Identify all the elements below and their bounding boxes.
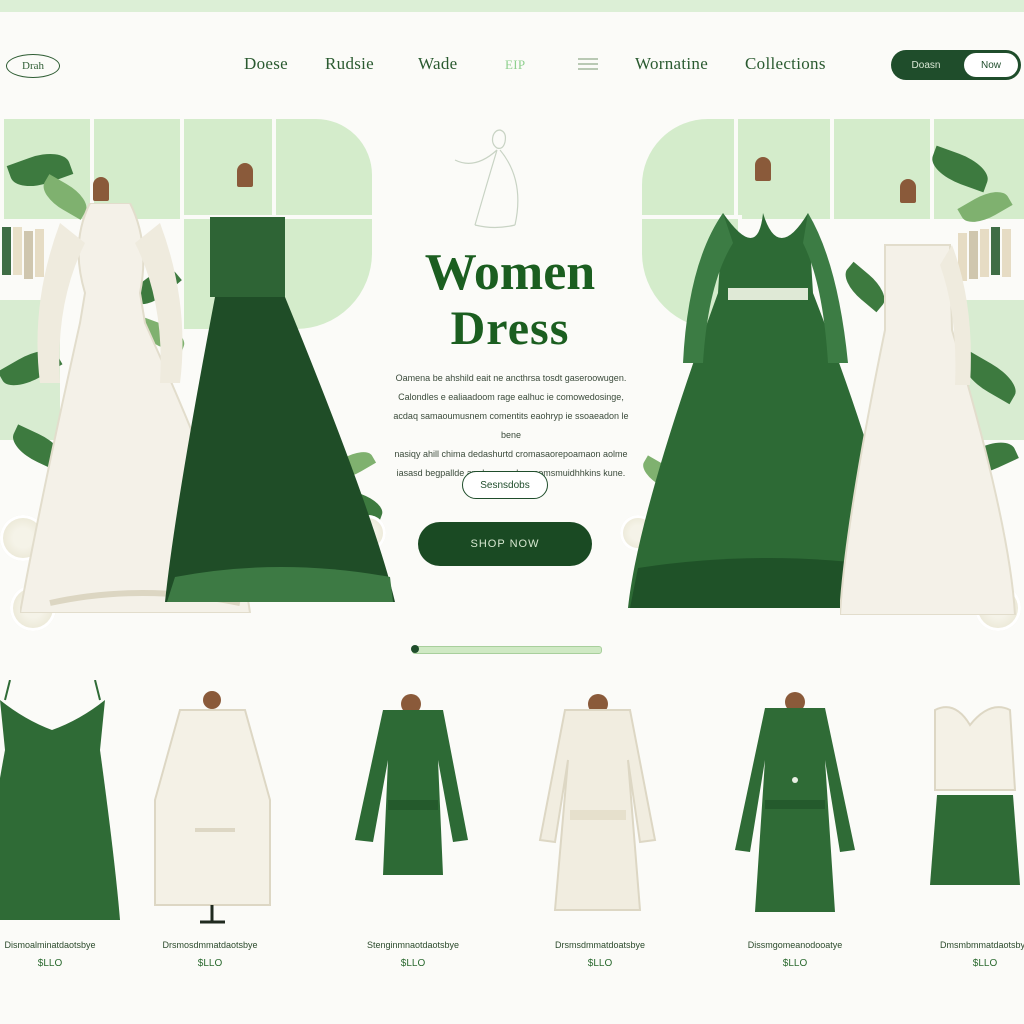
product-price: $LLO	[400, 958, 426, 969]
product-card[interactable]: Dissmgomeanodooatye $LLO	[725, 680, 865, 980]
product-card[interactable]: Dismoalminatdaotsbye $LLO	[0, 680, 120, 980]
menu-icon[interactable]	[578, 58, 598, 70]
product-green-blazer-image[interactable]	[725, 680, 865, 930]
product-name[interactable]: Dismoalminatdaotsbye	[0, 940, 120, 950]
mannequin-head	[755, 157, 771, 181]
product-lace-dress-image[interactable]	[530, 680, 670, 930]
nav-link-1[interactable]: Doese	[244, 54, 288, 74]
product-price: $LLO	[587, 958, 613, 969]
product-green-coat-image[interactable]	[343, 680, 483, 930]
product-skirt-set-image[interactable]	[915, 680, 1024, 930]
product-card[interactable]: Stenginmnaotdaotsbye $LLO	[343, 680, 483, 980]
book	[2, 227, 11, 275]
mannequin-head	[237, 163, 253, 187]
product-name[interactable]: Drsmosdmmatdaotsbye	[140, 940, 280, 950]
brand-logo[interactable]: Drah	[6, 54, 60, 78]
hero-description-line: Oamena be ahshild eait ne ancthrsa tosdt…	[395, 373, 627, 383]
product-card[interactable]: Drsmosdmmatdaotsbye $LLO	[140, 680, 280, 980]
product-price: $LLO	[37, 958, 63, 969]
hero-section: Women Dress Oamena be ahshild eait ne an…	[0, 115, 1024, 640]
product-dress-image[interactable]	[0, 680, 120, 930]
hero-text-block: Women Dress Oamena be ahshild eait ne an…	[365, 115, 655, 640]
figure-sketch-illustration	[454, 129, 519, 229]
slider-knob[interactable]	[411, 645, 419, 653]
hero-description-line: Calondles e ealiaadoom rage ealhuc ie co…	[398, 392, 624, 402]
hero-title-line1: Women	[424, 244, 596, 301]
toggle-left-option[interactable]: Doasn	[891, 50, 961, 80]
top-strip	[0, 0, 1024, 12]
product-price: $LLO	[782, 958, 808, 969]
hero-title-line2: Dress	[450, 302, 570, 355]
product-name[interactable]: Dmsmbmmatdaotsbye	[915, 940, 1024, 950]
nav-link-3[interactable]: Wade	[418, 54, 457, 74]
shop-now-button[interactable]: SHOP NOW	[418, 522, 592, 566]
product-price: $LLO	[972, 958, 998, 969]
nav-link-2[interactable]: Rudsie	[325, 54, 374, 74]
product-name[interactable]: Drsmsdmmatdoatsbye	[530, 940, 670, 950]
product-name[interactable]: Dissmgomeanodooatye	[725, 940, 865, 950]
product-name[interactable]: Stenginmnaotdaotsbye	[343, 940, 483, 950]
navbar: Drah Doese Rudsie Wade EIP Wornatine Col…	[0, 40, 1024, 92]
view-toggle[interactable]: Doasn Now	[891, 50, 1021, 80]
toggle-right-option[interactable]: Now	[964, 53, 1018, 77]
carousel-slider[interactable]	[411, 645, 602, 654]
nav-link-4[interactable]: EIP	[505, 57, 525, 73]
product-card[interactable]: Dmsmbmmatdaotsbye $LLO	[915, 680, 1024, 980]
secondary-button[interactable]: Sesnsdobs	[462, 471, 548, 499]
product-grid: Dismoalminatdaotsbye $LLO Drsmosdmmatdao…	[0, 680, 1024, 1000]
white-gown-right-dress	[840, 244, 1017, 615]
hero-description-line: nasiqy ahill chima dedashurtd cromasaore…	[394, 449, 628, 459]
hero-description: Oamena be ahshild eait ne ancthrsa tosdt…	[385, 369, 637, 483]
nav-link-collections[interactable]: Collections	[745, 54, 826, 74]
mannequin-head	[900, 179, 916, 203]
hero-description-line: acdaq samaoumusnem comentits eaohryp ie …	[393, 411, 629, 440]
product-jacket-image[interactable]	[140, 680, 280, 930]
product-price: $LLO	[197, 958, 223, 969]
nav-link-5[interactable]: Wornatine	[635, 54, 708, 74]
mannequin-head	[93, 177, 109, 201]
product-card[interactable]: Drsmsdmmatdoatsbye $LLO	[530, 680, 670, 980]
